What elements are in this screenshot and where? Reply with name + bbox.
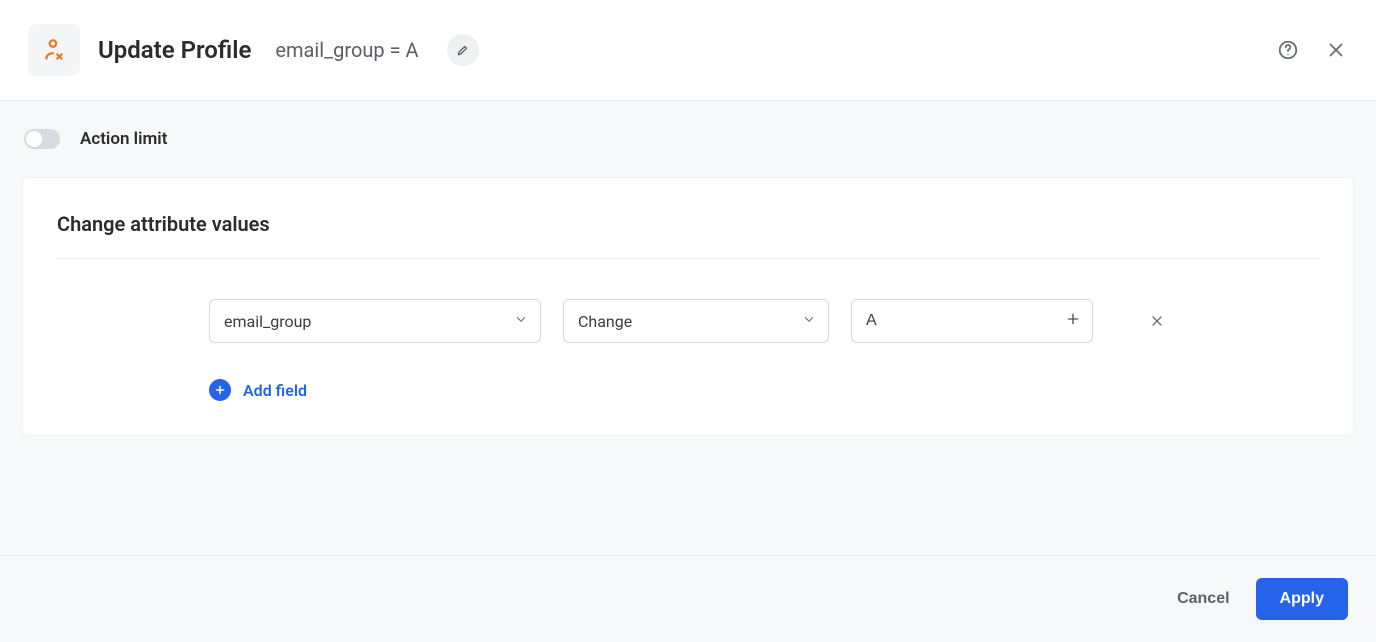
cancel-button[interactable]: Cancel [1177,590,1229,608]
remove-row-button[interactable] [1149,313,1165,329]
plus-circle-icon [209,379,231,401]
add-field-label: Add field [243,381,307,400]
pencil-icon [456,43,470,57]
help-icon [1277,39,1299,61]
attribute-select-value: email_group [224,312,311,331]
value-input-wrap [851,299,1093,343]
dialog-header: Update Profile email_group = A [0,0,1376,101]
attribute-row: email_group Change [209,299,1319,343]
add-field-button[interactable]: Add field [209,379,307,401]
dialog-subtitle: email_group = A [275,38,418,62]
operation-select-value: Change [578,312,632,331]
plus-icon [1065,311,1081,327]
attribute-select[interactable]: email_group [209,299,541,343]
close-icon [1325,39,1347,61]
close-button[interactable] [1324,38,1348,62]
apply-button[interactable]: Apply [1256,578,1348,620]
action-limit-label: Action limit [80,129,167,149]
value-input[interactable] [851,299,1093,343]
operation-select[interactable]: Change [563,299,829,343]
action-limit-row: Action limit [0,101,1376,177]
value-add-button[interactable] [1065,311,1081,331]
edit-title-button[interactable] [447,34,479,66]
attribute-card: Change attribute values email_group Chan… [22,177,1354,436]
profile-icon [28,24,80,76]
dialog-title: Update Profile [98,36,251,64]
card-title: Change attribute values [57,212,1319,259]
chevron-down-icon [514,312,528,331]
action-limit-toggle[interactable] [24,129,60,149]
chevron-down-icon [802,312,816,331]
rows-container: email_group Change [57,299,1319,401]
close-icon [1149,313,1165,329]
header-left: Update Profile email_group = A [28,24,1276,76]
dialog-footer: Cancel Apply [0,555,1376,642]
dialog-body: Action limit Change attribute values ema… [0,101,1376,555]
help-button[interactable] [1276,38,1300,62]
header-right [1276,38,1348,62]
